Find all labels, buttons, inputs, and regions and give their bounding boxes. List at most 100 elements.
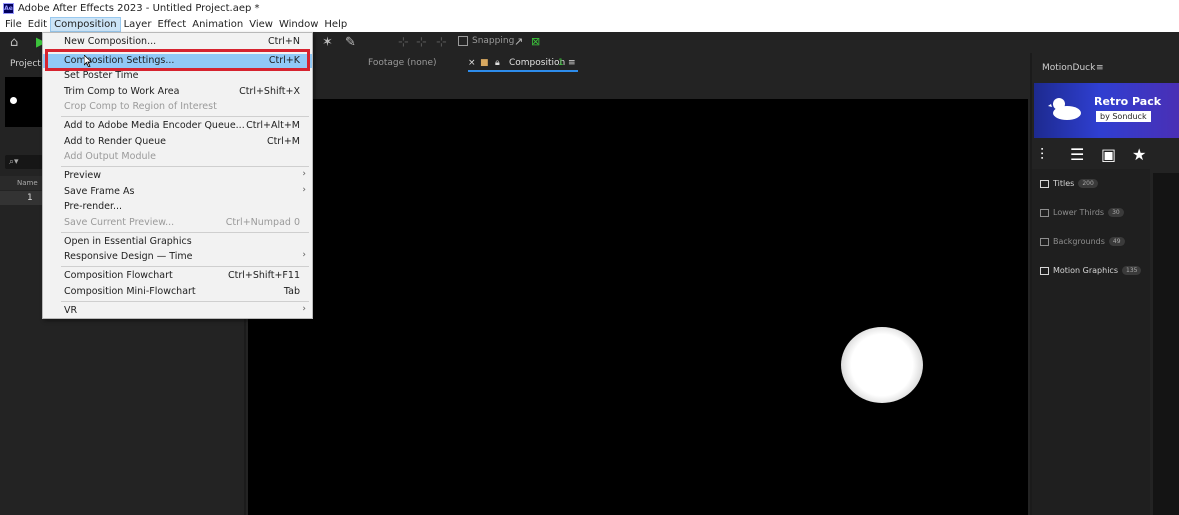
composition-tab[interactable]: Composition bbox=[509, 58, 565, 68]
menu-set-poster-time[interactable]: Set Poster Time bbox=[43, 69, 312, 83]
menu-separator bbox=[61, 232, 309, 233]
retro-pack-banner[interactable]: Retro Pack by Sonduck bbox=[1034, 83, 1179, 138]
white-circle-layer[interactable] bbox=[841, 327, 923, 403]
axis-tool-2-icon[interactable]: ⊹ bbox=[416, 35, 427, 50]
menu-separator bbox=[61, 116, 309, 117]
folder-icon bbox=[1040, 179, 1049, 188]
category-list: Titles 200 Lower Thirds 30 Backgrounds 4… bbox=[1032, 169, 1150, 515]
menu-view[interactable]: View bbox=[246, 17, 276, 32]
puppet-tool-icon[interactable]: ✶ bbox=[322, 35, 333, 50]
category-motion-graphics[interactable]: Motion Graphics 135 bbox=[1040, 266, 1142, 275]
menu-item-label: Pre-render... bbox=[64, 201, 123, 212]
home-icon[interactable]: ⌂ bbox=[10, 35, 18, 50]
snapping-checkbox[interactable] bbox=[458, 36, 468, 46]
menu-bar: File Edit Composition Layer Effect Anima… bbox=[0, 17, 1179, 32]
project-tab[interactable]: Project bbox=[10, 59, 41, 69]
pin-tool-icon[interactable]: ✎ bbox=[345, 35, 356, 50]
snap-arrow-icon[interactable]: ↗ bbox=[514, 35, 523, 48]
footage-tab[interactable]: Footage (none) bbox=[368, 58, 437, 68]
list-icon[interactable]: ☰ bbox=[1070, 145, 1084, 164]
menu-item-label: Save Current Preview... bbox=[64, 217, 175, 228]
composition-canvas[interactable] bbox=[248, 99, 1028, 515]
menu-crop-comp[interactable]: Crop Comp to Region of Interest bbox=[43, 100, 312, 114]
axis-tool-3-icon[interactable]: ⊹ bbox=[436, 35, 447, 50]
motionduck-panel: MotionDuck ≡ Retro Pack by Sonduck ⫶ ☰ ▣… bbox=[1032, 53, 1179, 515]
composition-tab-number: 1 bbox=[558, 58, 564, 68]
menu-composition-flowchart[interactable]: Composition Flowchart Ctrl+Shift+F11 bbox=[43, 269, 312, 283]
project-search-input[interactable]: ⌕▾ bbox=[5, 155, 43, 169]
menu-responsive-design-time[interactable]: Responsive Design — Time › bbox=[43, 250, 312, 264]
panel-menu-icon[interactable]: ≡ bbox=[1096, 63, 1104, 73]
menu-item-shortcut: Ctrl+Alt+M bbox=[246, 120, 300, 131]
category-label: Titles bbox=[1053, 179, 1075, 188]
motionduck-toolbar: ⫶ ☰ ▣ ★ bbox=[1032, 145, 1179, 167]
menu-effect[interactable]: Effect bbox=[154, 17, 189, 32]
snap-grid-icon[interactable]: ⊠ bbox=[531, 35, 540, 48]
menu-item-label: Open in Essential Graphics bbox=[64, 236, 192, 247]
menu-help[interactable]: Help bbox=[321, 17, 350, 32]
menu-animation[interactable]: Animation bbox=[189, 17, 246, 32]
menu-item-label: VR bbox=[64, 305, 78, 316]
menu-item-label: Add to Adobe Media Encoder Queue... bbox=[64, 120, 245, 131]
menu-window[interactable]: Window bbox=[276, 17, 321, 32]
menu-layer[interactable]: Layer bbox=[121, 17, 155, 32]
thumbnail-dot bbox=[10, 97, 17, 104]
menu-vr[interactable]: VR › bbox=[43, 304, 312, 318]
composition-viewer-panel: Footage (none) × ■ 🔒︎ Composition 1 ≡ bbox=[246, 53, 1030, 515]
submenu-arrow-icon: › bbox=[302, 304, 306, 314]
menu-add-to-render-queue[interactable]: Add to Render Queue Ctrl+M bbox=[43, 135, 312, 149]
duck-logo-icon bbox=[1048, 98, 1081, 120]
menu-add-to-ame-queue[interactable]: Add to Adobe Media Encoder Queue... Ctrl… bbox=[43, 119, 312, 133]
preview-strip bbox=[1153, 173, 1179, 515]
snapping-toggle[interactable]: Snapping bbox=[458, 36, 514, 46]
active-tab-underline bbox=[468, 70, 578, 72]
menu-pre-render[interactable]: Pre-render... bbox=[43, 200, 312, 214]
menu-file[interactable]: File bbox=[2, 17, 25, 32]
motionduck-title: MotionDuck bbox=[1042, 63, 1096, 73]
menu-save-current-preview[interactable]: Save Current Preview... Ctrl+Numpad 0 bbox=[43, 216, 312, 230]
submenu-arrow-icon: › bbox=[302, 185, 306, 195]
category-label: Backgrounds bbox=[1053, 237, 1105, 246]
media-file-icon[interactable]: ▣ bbox=[1101, 145, 1116, 164]
close-icon[interactable]: × bbox=[468, 58, 476, 68]
submenu-arrow-icon: › bbox=[302, 250, 306, 260]
category-backgrounds[interactable]: Backgrounds 49 bbox=[1040, 237, 1125, 246]
menu-trim-comp[interactable]: Trim Comp to Work Area Ctrl+Shift+X bbox=[43, 85, 312, 99]
category-count: 135 bbox=[1122, 266, 1142, 275]
after-effects-logo-icon: Ae bbox=[3, 3, 14, 14]
menu-open-in-essential-graphics[interactable]: Open in Essential Graphics bbox=[43, 235, 312, 249]
menu-item-label: Add Output Module bbox=[64, 151, 156, 162]
menu-new-composition[interactable]: New Composition... Ctrl+N bbox=[43, 35, 312, 49]
menu-add-output-module[interactable]: Add Output Module bbox=[43, 150, 312, 164]
category-lower-thirds[interactable]: Lower Thirds 30 bbox=[1040, 208, 1124, 217]
menu-item-label: Set Poster Time bbox=[64, 70, 139, 81]
category-label: Lower Thirds bbox=[1053, 208, 1105, 217]
tab-menu-icon[interactable]: ≡ bbox=[568, 58, 576, 68]
menu-separator bbox=[61, 266, 309, 267]
category-count: 200 bbox=[1078, 179, 1098, 188]
category-label: Motion Graphics bbox=[1053, 266, 1118, 275]
category-titles[interactable]: Titles 200 bbox=[1040, 179, 1098, 188]
folder-icon bbox=[1040, 266, 1049, 275]
menu-item-shortcut: Ctrl+M bbox=[266, 136, 300, 147]
menu-item-label: Save Frame As bbox=[64, 186, 135, 197]
menu-item-shortcut: Tab bbox=[283, 286, 300, 297]
category-count: 30 bbox=[1108, 208, 1124, 217]
menu-save-frame-as[interactable]: Save Frame As › bbox=[43, 185, 312, 199]
menu-preview[interactable]: Preview › bbox=[43, 169, 312, 183]
menu-composition[interactable]: Composition bbox=[50, 17, 121, 32]
sliders-icon[interactable]: ⫶ bbox=[1040, 145, 1044, 165]
menu-item-label: Preview bbox=[64, 170, 101, 181]
menu-separator bbox=[61, 301, 309, 302]
window-title: Adobe After Effects 2023 - Untitled Proj… bbox=[18, 3, 260, 14]
menu-item-label: Add to Render Queue bbox=[64, 136, 167, 147]
menu-edit[interactable]: Edit bbox=[25, 17, 50, 32]
banner-title: Retro Pack bbox=[1094, 95, 1162, 108]
menu-item-label: Composition Mini-Flowchart bbox=[64, 286, 196, 297]
menu-composition-mini-flowchart[interactable]: Composition Mini-Flowchart Tab bbox=[43, 285, 312, 299]
menu-item-shortcut: Ctrl+Shift+F11 bbox=[228, 270, 300, 281]
menu-item-label: Responsive Design — Time bbox=[64, 251, 193, 262]
star-icon[interactable]: ★ bbox=[1132, 145, 1146, 164]
lock-icon[interactable]: 🔒︎ bbox=[495, 58, 500, 68]
axis-tool-icon[interactable]: ⊹ bbox=[398, 35, 409, 50]
